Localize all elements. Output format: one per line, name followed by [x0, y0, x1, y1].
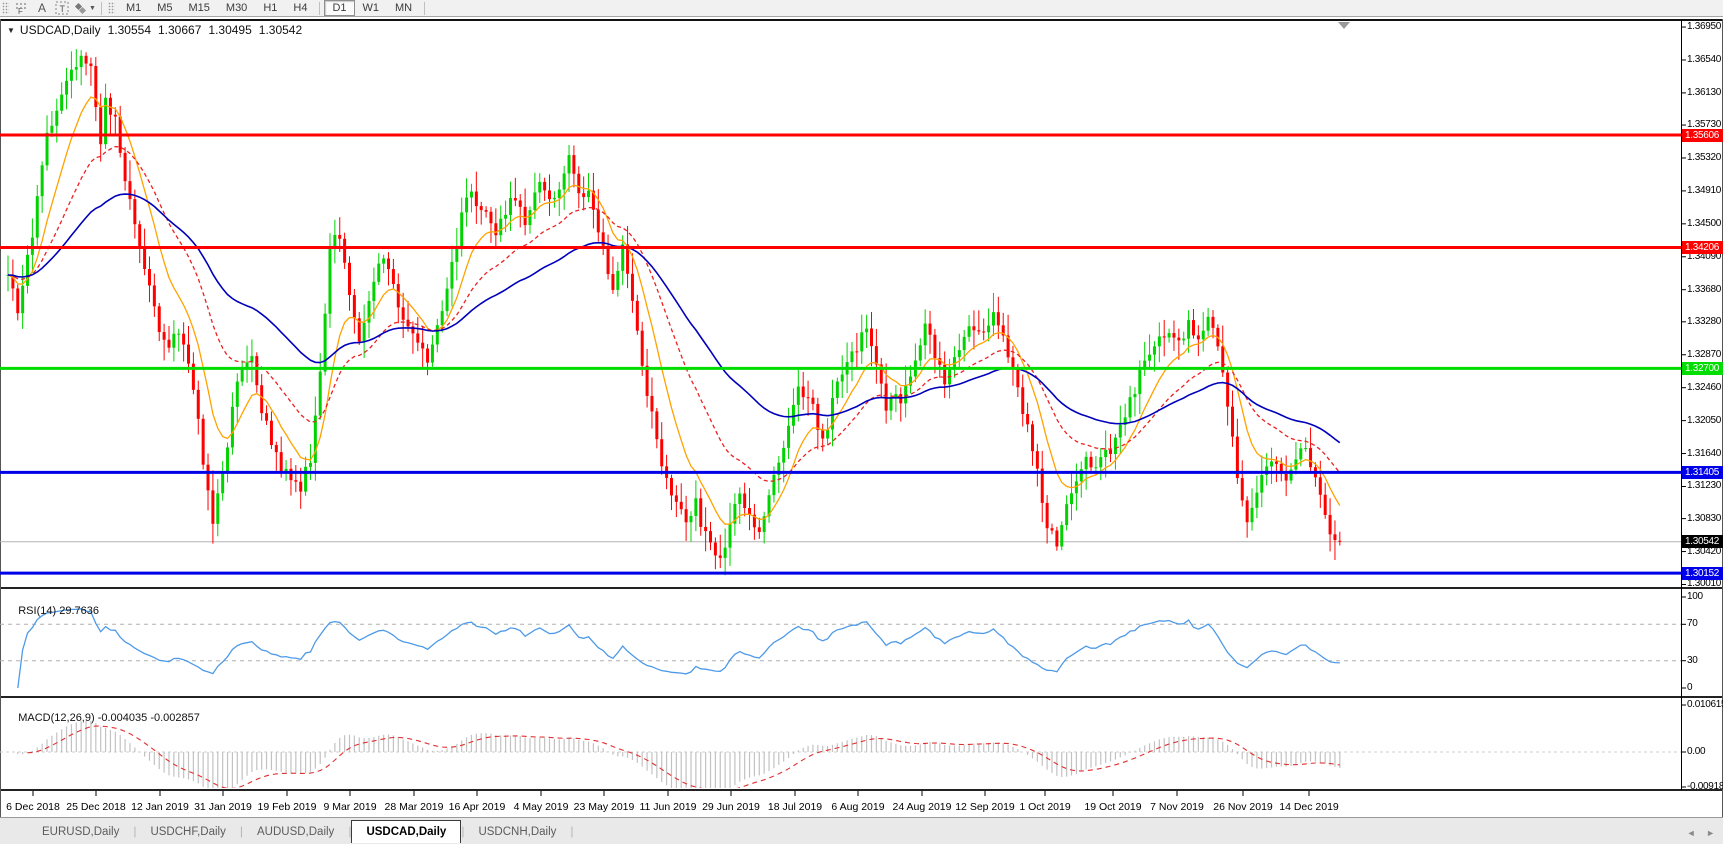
date-axis-label: 31 Jan 2019 [194, 801, 252, 813]
rsi-axis-tick: 100 [1687, 591, 1723, 603]
price-axis-tick: 1.33680 [1687, 284, 1723, 296]
chart-shift-marker [1338, 22, 1350, 29]
price-line-label: 1.32700 [1682, 362, 1723, 375]
title-low: 1.30495 [208, 23, 251, 37]
mt4-window: F A T ▼ M1M5M15M30H1H4 D1W1MN ▼ USDCAD,Da… [0, 0, 1723, 844]
timeframe-button-W1[interactable]: W1 [355, 0, 388, 16]
date-axis-label: 11 Jun 2019 [639, 801, 696, 813]
rsi-axis-tick: 0 [1687, 682, 1723, 694]
rsi-axis-tick: 70 [1687, 618, 1723, 630]
price-axis-tick: 1.32460 [1687, 382, 1723, 394]
price-axis-tick: 1.33280 [1687, 316, 1723, 328]
text-icon[interactable]: A [33, 1, 51, 16]
tab-scroll-arrows[interactable]: ◄ ► [1687, 828, 1719, 838]
date-axis-label: 24 Aug 2019 [893, 801, 952, 813]
price-axis-tick: 1.36130 [1687, 87, 1723, 99]
title-open: 1.30554 [108, 23, 151, 37]
svg-text:F: F [18, 7, 23, 15]
date-axis-label: 6 Dec 2018 [6, 801, 60, 813]
date-axis-label: 29 Jun 2019 [702, 801, 760, 813]
medium-ma-line [8, 147, 1340, 482]
price-line-label: 1.30152 [1682, 567, 1723, 580]
macd-axis-tick: 0.00 [1687, 746, 1723, 758]
timeframe-button-M5[interactable]: M5 [149, 0, 180, 16]
chevron-down-icon: ▼ [89, 5, 96, 12]
price-line-label: 1.34206 [1682, 241, 1723, 254]
date-axis-label: 12 Jan 2019 [131, 801, 189, 813]
title-high: 1.30667 [158, 23, 201, 37]
date-axis-label: 19 Oct 2019 [1084, 801, 1141, 813]
fibonacci-icon[interactable]: F [13, 1, 31, 16]
chart-bottom-border [0, 789, 1723, 791]
toolbar-grip[interactable] [108, 2, 115, 14]
timeframe-button-MN[interactable]: MN [387, 0, 420, 16]
price-axis-tick: 1.35320 [1687, 152, 1723, 164]
price-axis-tick: 1.36540 [1687, 54, 1723, 66]
macd-signal-line [28, 726, 1340, 791]
date-axis-label: 9 Mar 2019 [323, 801, 376, 813]
svg-text:T: T [60, 4, 66, 14]
price-axis-tick: 1.34910 [1687, 185, 1723, 197]
arrows-icon[interactable]: ▼ [73, 1, 96, 16]
tab-usdcad-daily[interactable]: USDCAD,Daily [351, 820, 461, 843]
date-axis-label: 7 Nov 2019 [1150, 801, 1204, 813]
date-axis-label: 18 Jul 2019 [768, 801, 822, 813]
macd-label: MACD(12,26,9) -0.004035 -0.002857 [6, 700, 200, 736]
macd-axis-tick: 0.010615 [1687, 699, 1723, 711]
price-axis-tick: 1.32050 [1687, 415, 1723, 427]
tab-separator: | [570, 821, 573, 841]
rsi-label: RSI(14) 29.7636 [6, 593, 99, 629]
tab-eurusd-daily[interactable]: EURUSD,Daily [28, 822, 133, 843]
tab-usdcnh-daily[interactable]: USDCNH,Daily [464, 822, 570, 843]
date-axis-label: 16 Apr 2019 [449, 801, 506, 813]
title-symbol: USDCAD,Daily [20, 23, 101, 37]
chart-title: ▼ USDCAD,Daily 1.30554 1.30667 1.30495 1… [7, 23, 309, 37]
chart-top-border [0, 19, 1723, 21]
title-close: 1.30542 [259, 23, 302, 37]
date-axis-label: 26 Nov 2019 [1213, 801, 1273, 813]
price-axis-tick: 1.34500 [1687, 218, 1723, 230]
price-axis-tick: 1.31230 [1687, 480, 1723, 492]
toolbar-grip[interactable] [2, 2, 9, 14]
price-axis-tick: 1.30010 [1687, 578, 1723, 590]
timeframe-button-H1[interactable]: H1 [255, 0, 285, 16]
date-axis-label: 6 Aug 2019 [831, 801, 884, 813]
price-line-label: 1.35606 [1682, 129, 1723, 142]
collapse-triangle-icon[interactable]: ▼ [7, 26, 15, 35]
date-axis-label: 14 Dec 2019 [1279, 801, 1339, 813]
price-line-label: 1.31405 [1682, 466, 1723, 479]
timeframe-button-M30[interactable]: M30 [218, 0, 255, 16]
tab-usdchf-daily[interactable]: USDCHF,Daily [136, 822, 239, 843]
text-label-icon[interactable]: T [53, 1, 71, 16]
rsi-line [18, 609, 1340, 688]
price-axis-tick: 1.32870 [1687, 349, 1723, 361]
date-axis-label: 28 Mar 2019 [385, 801, 444, 813]
timeframe-button-M15[interactable]: M15 [181, 0, 218, 16]
timeframe-button-H4[interactable]: H4 [285, 0, 315, 16]
toolbar-separator [319, 2, 320, 15]
current-price-label: 1.30542 [1682, 535, 1723, 548]
timeframe-button-M1[interactable]: M1 [118, 0, 149, 16]
date-axis-label: 4 May 2019 [514, 801, 569, 813]
top-toolbar: F A T ▼ M1M5M15M30H1H4 D1W1MN [0, 0, 1723, 17]
timeframe-button-D1[interactable]: D1 [324, 0, 354, 16]
tab-audusd-daily[interactable]: AUDUSD,Daily [243, 822, 348, 843]
date-axis-label: 1 Oct 2019 [1019, 801, 1070, 813]
price-axis-tick: 1.31640 [1687, 448, 1723, 460]
toolbar-separator [101, 2, 102, 15]
date-axis-label: 12 Sep 2019 [955, 801, 1015, 813]
macd-separator [0, 696, 1723, 698]
rsi-axis-tick: 30 [1687, 655, 1723, 667]
date-axis-label: 25 Dec 2018 [66, 801, 126, 813]
date-axis-label: 23 May 2019 [574, 801, 635, 813]
timeframe-group: M1M5M15M30H1H4 D1W1MN [118, 0, 420, 16]
price-axis-tick: 1.36950 [1687, 21, 1723, 33]
toolbar-separator [424, 2, 425, 15]
macd-axis-tick: -0.00918 [1687, 781, 1723, 793]
chart-canvas[interactable] [0, 0, 1723, 844]
date-axis-label: 19 Feb 2019 [258, 801, 317, 813]
rsi-separator [0, 587, 1723, 589]
symbol-tab-bar: EURUSD,Daily|USDCHF,Daily|AUDUSD,Daily|U… [0, 817, 1723, 844]
price-axis-tick: 1.30830 [1687, 513, 1723, 525]
